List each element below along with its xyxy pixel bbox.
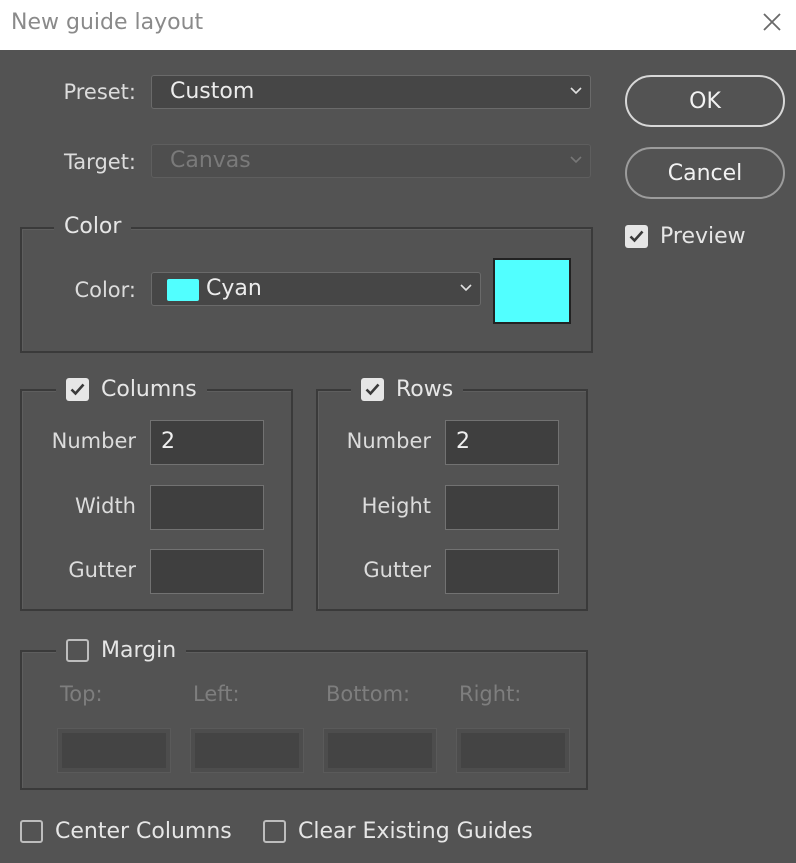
- margin-left-label: Left:: [193, 682, 240, 706]
- center-columns-option[interactable]: Center Columns: [20, 819, 232, 844]
- rows-legend: Rows: [351, 377, 464, 402]
- margin-bottom-input: [323, 728, 437, 773]
- preset-label: Preset:: [63, 80, 136, 104]
- rows-gutter-input[interactable]: [445, 549, 559, 594]
- checkmark-icon: [629, 230, 644, 243]
- margin-bottom-label: Bottom:: [326, 682, 411, 706]
- rows-height-input[interactable]: [445, 485, 559, 530]
- clear-guides-label: Clear Existing Guides: [298, 819, 533, 844]
- margin-checkbox[interactable]: [66, 639, 89, 662]
- chevron-down-icon: [570, 156, 582, 164]
- margin-label: Margin: [101, 638, 177, 663]
- columns-legend: Columns: [56, 377, 207, 402]
- color-swatch-small: [167, 279, 199, 301]
- color-value: Cyan: [206, 276, 262, 301]
- window-title: New guide layout: [11, 10, 204, 35]
- margin-left-input: [190, 728, 304, 773]
- chevron-down-icon: [570, 87, 582, 95]
- target-value: Canvas: [170, 148, 251, 173]
- preview-checkbox[interactable]: [625, 225, 648, 248]
- chevron-down-icon: [460, 284, 472, 292]
- columns-gutter-label: Gutter: [68, 558, 136, 582]
- rows-height-label: Height: [361, 494, 431, 518]
- margin-right-input: [456, 728, 570, 773]
- color-group-legend: Color: [54, 214, 132, 239]
- columns-gutter-input[interactable]: [150, 549, 264, 594]
- checkmark-icon: [365, 383, 380, 396]
- margin-right-label: Right:: [459, 682, 522, 706]
- rows-gutter-label: Gutter: [363, 558, 431, 582]
- title-bar: New guide layout: [0, 0, 796, 50]
- target-select: Canvas: [151, 144, 591, 178]
- rows-number-input[interactable]: 2: [445, 420, 559, 465]
- ok-button[interactable]: OK: [625, 75, 785, 127]
- center-columns-checkbox[interactable]: [20, 820, 43, 843]
- color-group-title: Color: [64, 214, 122, 239]
- color-label: Color:: [74, 278, 136, 302]
- clear-guides-checkbox[interactable]: [263, 820, 286, 843]
- margin-top-input: [57, 728, 171, 773]
- columns-width-input[interactable]: [150, 485, 264, 530]
- columns-number-label: Number: [51, 429, 136, 453]
- color-select[interactable]: Cyan: [151, 272, 481, 306]
- color-swatch[interactable]: [493, 258, 571, 324]
- rows-checkbox[interactable]: [361, 378, 384, 401]
- center-columns-label: Center Columns: [55, 819, 232, 844]
- clear-guides-option[interactable]: Clear Existing Guides: [263, 819, 533, 844]
- margin-legend: Margin: [56, 638, 187, 663]
- checkmark-icon: [70, 383, 85, 396]
- columns-number-input[interactable]: 2: [150, 420, 264, 465]
- preset-value: Custom: [170, 79, 255, 104]
- preview-option[interactable]: Preview: [625, 224, 746, 249]
- columns-checkbox[interactable]: [66, 378, 89, 401]
- rows-label: Rows: [396, 377, 454, 402]
- cancel-button[interactable]: Cancel: [625, 147, 785, 199]
- rows-number-label: Number: [346, 429, 431, 453]
- target-label: Target:: [63, 150, 136, 174]
- preset-select[interactable]: Custom: [151, 75, 591, 109]
- columns-width-label: Width: [74, 494, 136, 518]
- margin-top-label: Top:: [60, 682, 103, 706]
- close-icon[interactable]: [760, 10, 784, 34]
- columns-label: Columns: [101, 377, 197, 402]
- preview-label: Preview: [660, 224, 746, 249]
